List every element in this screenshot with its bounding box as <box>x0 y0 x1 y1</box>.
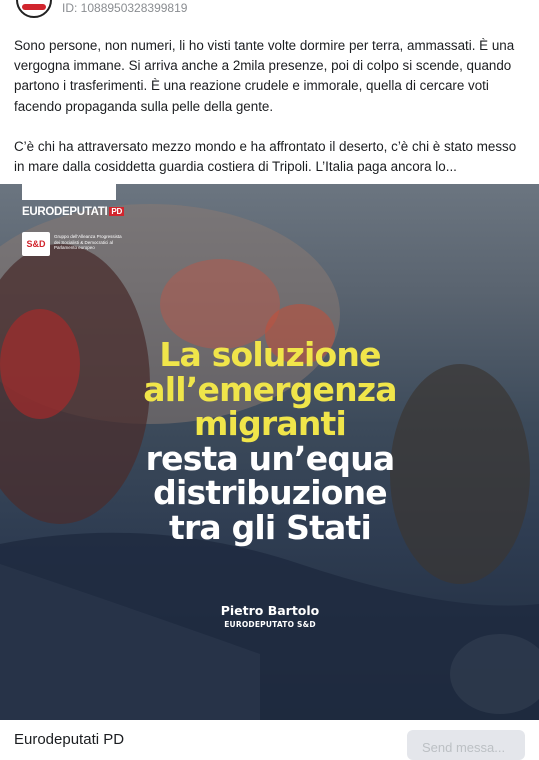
brand-logo: EURODEPUTATI PD <box>22 206 124 218</box>
page-name-link[interactable]: Eurodeputati PD <box>14 731 124 748</box>
ad-id: ID: 1088950328399819 <box>62 1 188 15</box>
post-paragraph: Sono persone, non numeri, li ho visti ta… <box>14 38 515 114</box>
ad-header: ID: 1088950328399819 <box>0 0 539 22</box>
sd-group-text: Gruppo dell'Alleanza Progressista dei So… <box>54 234 122 250</box>
pd-badge: PD <box>109 207 124 216</box>
headline-line: all’emergenza <box>143 369 397 409</box>
headline-line: migranti <box>193 404 347 443</box>
headline-line: La soluzione <box>159 335 381 374</box>
brand-text: EURODEPUTATI <box>22 206 108 218</box>
author-credit: Pietro Bartolo EURODEPUTATO S&D <box>170 603 370 629</box>
author-role: EURODEPUTATO S&D <box>224 620 316 629</box>
ad-headline: La soluzione all’emergenza migranti rest… <box>40 335 500 547</box>
post-text: Sono persone, non numeri, li ho visti ta… <box>14 36 526 197</box>
page-avatar[interactable] <box>16 0 52 18</box>
avatar-flag-stripe <box>22 4 46 10</box>
send-message-button[interactable]: Send messa... <box>407 730 525 760</box>
sd-logo: S&D <box>22 232 50 256</box>
headline-line: distribuzione <box>153 473 388 512</box>
post-paragraph: C’è chi ha attraversato mezzo mondo e ha… <box>14 138 517 175</box>
headline-line: tra gli Stati <box>168 507 372 547</box>
author-name: Pietro Bartolo <box>220 603 320 618</box>
headline-line: resta un’equa <box>145 438 396 478</box>
brand-white-bar <box>22 184 116 200</box>
